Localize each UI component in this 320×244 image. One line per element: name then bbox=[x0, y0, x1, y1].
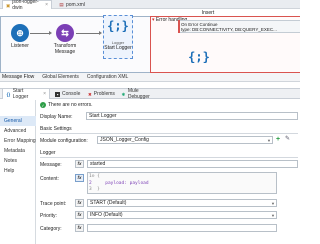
transform-icon: ⇆ bbox=[61, 27, 69, 38]
fx-toggle-button[interactable]: fx bbox=[75, 160, 84, 168]
transform-message-node[interactable]: ⇆ bbox=[56, 24, 74, 42]
panel-tab-bar: {} Start Logger × ▪ Console ✖ Problems ✱… bbox=[0, 88, 300, 100]
chevron-down-icon: ▼ bbox=[271, 201, 275, 206]
message-label: Message: bbox=[40, 162, 62, 168]
code-line: 3 } bbox=[89, 187, 100, 192]
module-config-label: Module configuration: bbox=[40, 138, 88, 144]
add-config-icon[interactable]: + bbox=[276, 136, 280, 143]
divider bbox=[40, 133, 298, 134]
tab-problems[interactable]: ✖ Problems bbox=[85, 89, 117, 99]
check-icon: ✓ bbox=[40, 102, 46, 108]
transform-label: Transform Message bbox=[53, 43, 77, 55]
flow-arrow bbox=[30, 33, 50, 34]
listener-label: Listener bbox=[11, 43, 29, 49]
logger-label: Start Logger bbox=[104, 45, 132, 51]
tab-start-logger[interactable]: {} Start Logger × bbox=[2, 88, 50, 100]
editor-tab-bar: ▣ json-logger-dwin × ▤ pom.xml bbox=[0, 0, 300, 11]
nav-notes[interactable]: Notes bbox=[0, 156, 36, 166]
flow-arrow bbox=[76, 33, 100, 34]
display-name-field[interactable]: Start Logger bbox=[86, 112, 298, 120]
on-error-continue[interactable]: On Error Continue type: DB:CONNECTIVITY,… bbox=[178, 20, 300, 33]
debugger-icon: ✱ bbox=[121, 91, 126, 97]
message-field[interactable]: started bbox=[87, 160, 298, 168]
fx-toggle-button[interactable]: fx bbox=[75, 224, 84, 232]
logger-icon: {;} bbox=[107, 19, 129, 33]
tab-configuration-xml[interactable]: Configuration XML bbox=[87, 74, 128, 80]
globe-icon: ⊕ bbox=[16, 27, 24, 38]
on-error-type: type: DB:CONNECTIVITY, DB:QUERY_EXEC... bbox=[181, 27, 277, 32]
chevron-down-icon: ▼ bbox=[271, 213, 275, 218]
tab-mule-debugger[interactable]: ✱ Mule Debugger bbox=[118, 88, 164, 100]
content-editor[interactable]: 1⊖ { 2 payload: payload 3 } bbox=[87, 172, 277, 194]
arrow-head-icon bbox=[99, 31, 102, 35]
logger-small-icon: {} bbox=[6, 91, 11, 97]
nav-help[interactable]: Help bbox=[0, 166, 36, 176]
tab-message-flow[interactable]: Message Flow bbox=[2, 74, 34, 80]
file-tab-json-logger[interactable]: ▣ json-logger-dwin × bbox=[2, 0, 52, 11]
console-icon: ▪ bbox=[55, 91, 60, 97]
problems-icon: ✖ bbox=[88, 91, 92, 97]
validation-status: ✓ There are no errors. bbox=[40, 102, 93, 108]
edit-config-icon[interactable]: ✎ bbox=[285, 136, 290, 143]
tab-console[interactable]: ▪ Console bbox=[52, 89, 84, 99]
file-tab-label: pom.xml bbox=[66, 1, 85, 8]
nav-general[interactable]: General bbox=[0, 116, 36, 126]
xml-file-icon: ▤ bbox=[59, 2, 64, 7]
priority-select[interactable]: INFO (Default) ▼ bbox=[87, 211, 277, 219]
divider bbox=[40, 157, 298, 158]
priority-label: Priority: bbox=[40, 213, 57, 219]
collapse-arrow-icon: ▾ bbox=[152, 17, 155, 23]
properties-form: ✓ There are no errors. Display Name: Sta… bbox=[36, 100, 300, 244]
basic-settings-title: Basic Settings bbox=[40, 126, 72, 132]
category-label: Category: bbox=[40, 226, 62, 232]
nav-error-mapping[interactable]: Error Mapping bbox=[0, 136, 36, 146]
logger-section-title: Logger bbox=[40, 150, 56, 156]
display-name-label: Display Name: bbox=[40, 114, 73, 120]
listener-node[interactable]: ⊕ bbox=[11, 24, 29, 42]
trace-point-select[interactable]: START (Default) ▼ bbox=[87, 199, 277, 207]
tab-global-elements[interactable]: Global Elements bbox=[42, 74, 79, 80]
nav-advanced[interactable]: Advanced bbox=[0, 126, 36, 136]
close-icon[interactable]: × bbox=[45, 2, 48, 8]
fx-toggle-button[interactable]: fx bbox=[75, 174, 84, 182]
module-config-select[interactable]: JSON_Logger_Config ▼ bbox=[97, 136, 273, 144]
close-icon[interactable]: × bbox=[43, 91, 46, 97]
canvas-view-tabs: Message Flow Global Elements Configurati… bbox=[0, 73, 300, 82]
error-logger-icon[interactable]: {;} bbox=[187, 50, 211, 64]
trace-point-label: Trace point: bbox=[40, 201, 67, 207]
fx-toggle-button[interactable]: fx bbox=[75, 199, 84, 207]
chevron-down-icon: ▼ bbox=[267, 138, 271, 143]
arrow-head-icon bbox=[49, 31, 52, 35]
file-tab-pom[interactable]: ▤ pom.xml bbox=[56, 0, 90, 9]
content-label: Content: bbox=[40, 176, 59, 182]
properties-side-nav: General Advanced Error Mapping Metadata … bbox=[0, 100, 36, 244]
category-field[interactable] bbox=[87, 224, 277, 232]
nav-metadata[interactable]: Metadata bbox=[0, 146, 36, 156]
mule-file-icon: ▣ bbox=[6, 2, 11, 8]
fx-toggle-button[interactable]: fx bbox=[75, 211, 84, 219]
error-marker bbox=[178, 20, 180, 33]
